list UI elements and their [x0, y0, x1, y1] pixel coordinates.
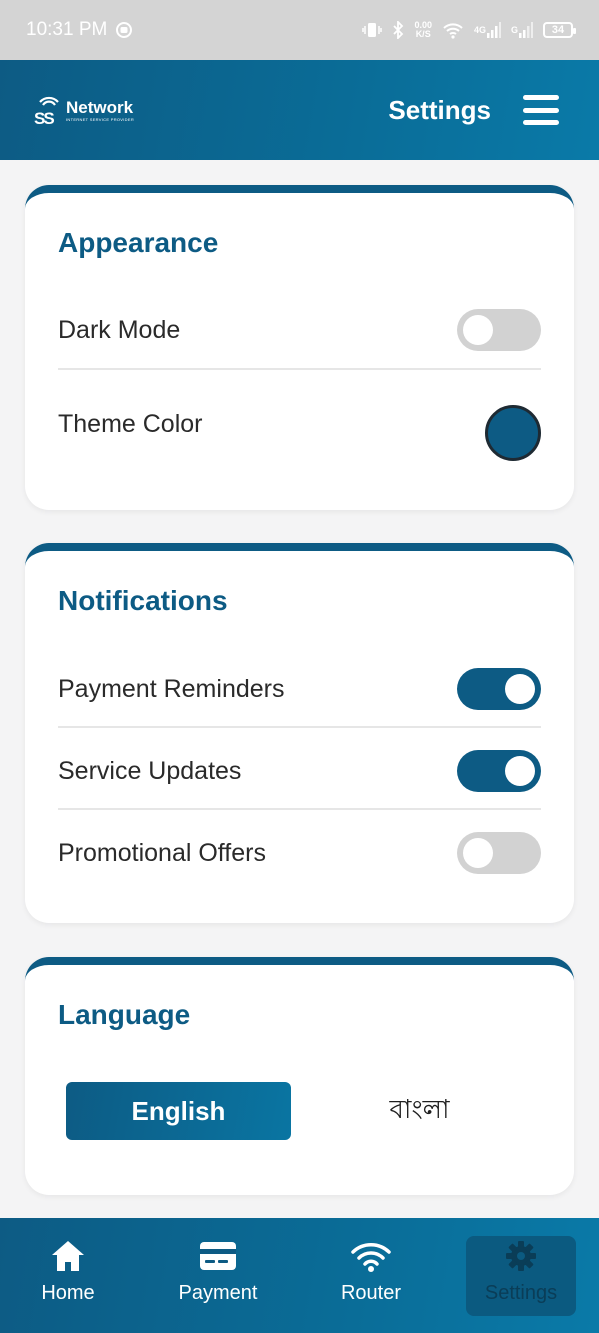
toggle-knob — [505, 674, 535, 704]
service-updates-label: Service Updates — [58, 756, 242, 785]
speed-unit: K/S — [415, 29, 431, 39]
status-left: 10:31 PM — [26, 19, 133, 41]
nav-payment-label: Payment — [178, 1282, 258, 1304]
dark-mode-row: Dark Mode — [58, 308, 541, 352]
divider — [58, 726, 541, 728]
service-updates-row: Service Updates — [58, 749, 541, 793]
home-icon — [50, 1236, 86, 1276]
status-right: 0.00 K/S 4G G 34 — [362, 21, 576, 39]
payment-reminders-label: Payment Reminders — [58, 674, 285, 703]
gear-icon — [504, 1236, 538, 1276]
header-right: Settings — [388, 95, 559, 126]
logo-text: Network INTERNET SERVICE PROVIDER — [66, 98, 134, 122]
wifi-icon — [350, 1236, 392, 1276]
battery-icon: 34 — [543, 22, 576, 38]
logo-mark-text: SS — [34, 109, 54, 126]
page-title: Settings — [388, 94, 491, 125]
promotional-offers-toggle[interactable] — [457, 832, 541, 874]
status-bar: 10:31 PM 0.00 K/S 4G G 34 — [0, 0, 599, 60]
theme-color-row: Theme Color — [58, 403, 541, 463]
notifications-title: Notifications — [58, 585, 228, 616]
nav-home-label: Home — [41, 1282, 95, 1304]
language-english-button[interactable]: English — [66, 1082, 291, 1140]
bluetooth-icon — [392, 21, 404, 39]
language-bangla-button[interactable]: বাংলা — [307, 1082, 532, 1140]
promotional-offers-row: Promotional Offers — [58, 831, 541, 875]
nav-payment[interactable]: Payment — [163, 1236, 273, 1316]
card-icon — [199, 1236, 237, 1276]
network-speed: 0.00 K/S — [414, 21, 432, 39]
nav-home[interactable]: Home — [13, 1236, 123, 1316]
wifi-status-icon — [442, 21, 464, 39]
service-updates-toggle[interactable] — [457, 750, 541, 792]
signal-g-icon: G — [511, 22, 533, 38]
appearance-title: Appearance — [58, 227, 219, 258]
divider — [58, 808, 541, 810]
logo-name: Network — [66, 98, 134, 117]
dark-mode-label: Dark Mode — [58, 315, 181, 344]
status-time: 10:31 PM — [26, 19, 108, 40]
app-header: SS Network INTERNET SERVICE PROVIDER Set… — [0, 60, 599, 160]
theme-color-label: Theme Color — [58, 409, 203, 438]
language-title: Language — [58, 999, 191, 1030]
logo-tagline: INTERNET SERVICE PROVIDER — [66, 117, 135, 122]
payment-reminders-row: Payment Reminders — [58, 667, 541, 711]
logo-mark: SS — [34, 94, 64, 126]
payment-reminders-toggle[interactable] — [457, 668, 541, 710]
bottom-nav: Home Payment Router Settings — [0, 1218, 599, 1333]
net-g-label: G — [510, 25, 518, 35]
nav-settings-label: Settings — [484, 1282, 558, 1304]
brand-logo: SS Network INTERNET SERVICE PROVIDER — [34, 94, 134, 126]
divider — [58, 368, 541, 370]
nav-router-label: Router — [340, 1282, 402, 1304]
notifications-card: Notifications Payment Reminders Service … — [25, 543, 574, 923]
battery-level: 34 — [551, 24, 565, 36]
dark-mode-toggle[interactable] — [457, 309, 541, 351]
vibrate-icon — [362, 21, 383, 39]
toggle-knob — [463, 838, 493, 868]
nav-settings[interactable]: Settings — [466, 1236, 576, 1316]
notification-icon — [115, 21, 133, 39]
promotional-offers-label: Promotional Offers — [58, 838, 266, 867]
signal-4g-icon: 4G — [474, 22, 501, 38]
appearance-card: Appearance Dark Mode Theme Color — [25, 185, 574, 510]
language-card: Language English বাংলা — [25, 957, 574, 1195]
toggle-knob — [463, 315, 493, 345]
net-4g-label: 4G — [473, 25, 486, 35]
theme-color-swatch[interactable] — [485, 405, 541, 461]
hamburger-menu-icon[interactable] — [523, 95, 559, 125]
toggle-knob — [505, 756, 535, 786]
nav-router[interactable]: Router — [316, 1236, 426, 1316]
